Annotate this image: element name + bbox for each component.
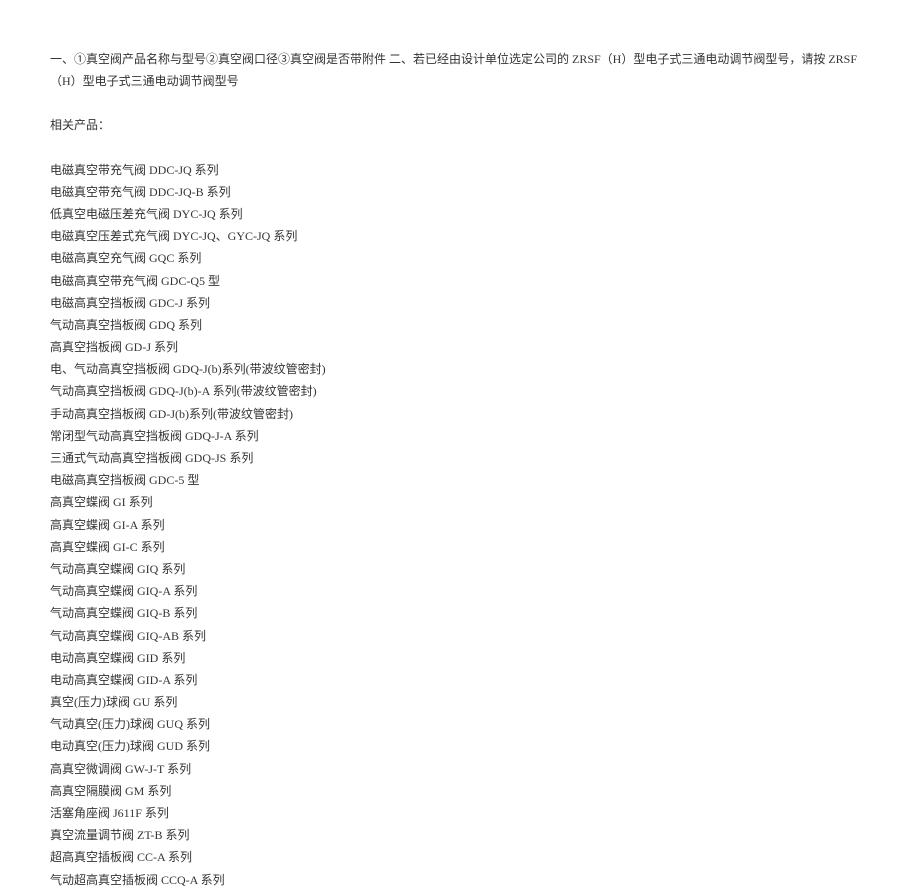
intro-paragraph: 一、①真空阀产品名称与型号②真空阀口径③真空阀是否带附件 二、若已经由设计单位选… bbox=[50, 48, 870, 92]
product-item: 电磁高真空带充气阀 GDC-Q5 型 bbox=[50, 270, 870, 292]
product-list: 电磁真空带充气阀 DDC-JQ 系列电磁真空带充气阀 DDC-JQ-B 系列低真… bbox=[50, 159, 870, 891]
product-item: 电磁高真空充气阀 GQC 系列 bbox=[50, 247, 870, 269]
product-item: 电、气动高真空挡板阀 GDQ-J(b)系列(带波纹管密封) bbox=[50, 358, 870, 380]
product-item: 电磁真空带充气阀 DDC-JQ-B 系列 bbox=[50, 181, 870, 203]
product-item: 高真空隔膜阀 GM 系列 bbox=[50, 780, 870, 802]
product-item: 电磁高真空挡板阀 GDC-5 型 bbox=[50, 469, 870, 491]
product-item: 气动高真空蝶阀 GIQ-B 系列 bbox=[50, 602, 870, 624]
product-item: 电动高真空蝶阀 GID-A 系列 bbox=[50, 669, 870, 691]
product-item: 手动高真空挡板阀 GD-J(b)系列(带波纹管密封) bbox=[50, 403, 870, 425]
product-item: 电磁真空压差式充气阀 DYC-JQ、GYC-JQ 系列 bbox=[50, 225, 870, 247]
product-item: 超高真空插板阀 CC-A 系列 bbox=[50, 846, 870, 868]
product-item: 三通式气动高真空挡板阀 GDQ-JS 系列 bbox=[50, 447, 870, 469]
product-item: 电磁真空带充气阀 DDC-JQ 系列 bbox=[50, 159, 870, 181]
product-item: 电动高真空蝶阀 GID 系列 bbox=[50, 647, 870, 669]
product-item: 高真空挡板阀 GD-J 系列 bbox=[50, 336, 870, 358]
product-item: 高真空蝶阀 GI-C 系列 bbox=[50, 536, 870, 558]
product-item: 低真空电磁压差充气阀 DYC-JQ 系列 bbox=[50, 203, 870, 225]
product-item: 气动高真空蝶阀 GIQ 系列 bbox=[50, 558, 870, 580]
product-item: 气动高真空挡板阀 GDQ 系列 bbox=[50, 314, 870, 336]
product-item: 电动真空(压力)球阀 GUD 系列 bbox=[50, 735, 870, 757]
product-item: 气动超高真空插板阀 CCQ-A 系列 bbox=[50, 869, 870, 891]
related-products-heading: 相关产品： bbox=[50, 114, 870, 136]
product-item: 高真空微调阀 GW-J-T 系列 bbox=[50, 758, 870, 780]
product-item: 气动高真空蝶阀 GIQ-AB 系列 bbox=[50, 625, 870, 647]
product-item: 真空流量调节阀 ZT-B 系列 bbox=[50, 824, 870, 846]
product-item: 真空(压力)球阀 GU 系列 bbox=[50, 691, 870, 713]
product-item: 活塞角座阀 J611F 系列 bbox=[50, 802, 870, 824]
product-item: 气动高真空挡板阀 GDQ-J(b)-A 系列(带波纹管密封) bbox=[50, 380, 870, 402]
product-item: 电磁高真空挡板阀 GDC-J 系列 bbox=[50, 292, 870, 314]
product-item: 气动高真空蝶阀 GIQ-A 系列 bbox=[50, 580, 870, 602]
product-item: 高真空蝶阀 GI-A 系列 bbox=[50, 514, 870, 536]
product-item: 常闭型气动高真空挡板阀 GDQ-J-A 系列 bbox=[50, 425, 870, 447]
product-item: 气动真空(压力)球阀 GUQ 系列 bbox=[50, 713, 870, 735]
product-item: 高真空蝶阀 GI 系列 bbox=[50, 491, 870, 513]
